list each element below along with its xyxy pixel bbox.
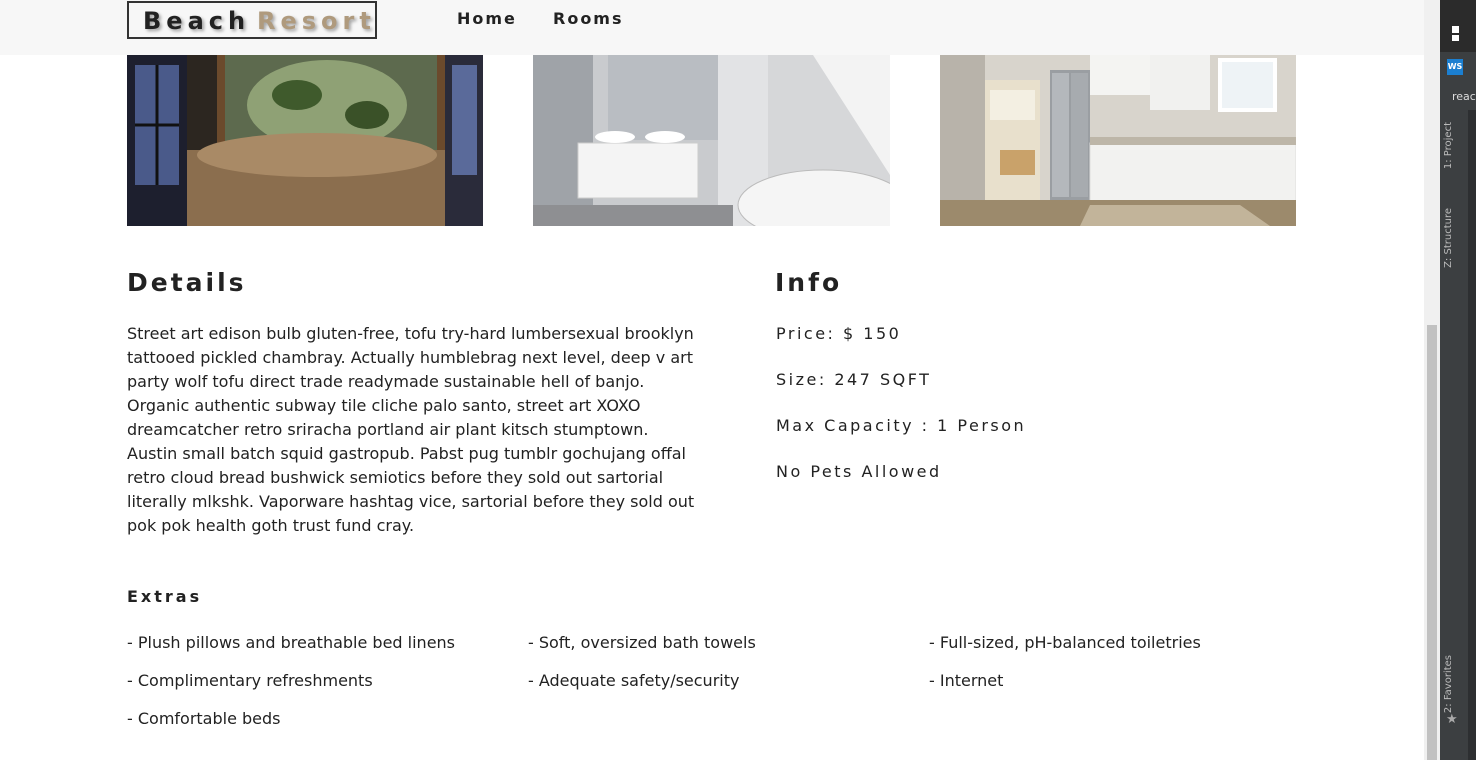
info-price: Price: $ 150 xyxy=(776,324,902,343)
ide-titlebar xyxy=(1440,0,1476,52)
extras-item: - Comfortable beds xyxy=(127,709,281,728)
extras-item: - Plush pillows and breathable bed linen… xyxy=(127,633,456,652)
extras-item: - Adequate safety/security xyxy=(528,671,740,690)
logo[interactable]: Beach Resort xyxy=(127,1,377,39)
ide-tab-structure[interactable]: Z: Structure xyxy=(1443,208,1461,268)
ide-tab-project[interactable]: 1: Project xyxy=(1443,122,1461,169)
star-icon[interactable]: ★ xyxy=(1446,712,1458,727)
nav-link-home[interactable]: Home xyxy=(457,9,517,28)
bathroom-photo xyxy=(533,55,890,226)
kitchen-photo xyxy=(940,55,1296,226)
info-capacity: Max Capacity : 1 Person xyxy=(776,416,1027,435)
logo-text-beach: Beach xyxy=(143,7,251,35)
windows-icon xyxy=(1452,26,1459,41)
extras-item: - Soft, oversized bath towels xyxy=(528,633,756,652)
extras-heading: Extras xyxy=(127,587,203,606)
ide-panel-edge xyxy=(1468,110,1476,760)
info-size: Size: 247 SQFT xyxy=(776,370,932,389)
bedroom-photo xyxy=(127,55,483,226)
ide-tab-favorites[interactable]: 2: Favorites xyxy=(1443,655,1461,713)
ide-sidebar: WS reac 1: Project Z: Structure 2: Favor… xyxy=(1440,0,1476,760)
logo-text-resort: Resort xyxy=(257,7,376,35)
scrollbar-thumb[interactable] xyxy=(1427,325,1437,760)
info-pets: No Pets Allowed xyxy=(776,462,942,481)
extras-item: - Complimentary refreshments xyxy=(127,671,373,690)
navbar: Beach Resort Home Rooms xyxy=(0,0,1424,55)
extras-item: - Full-sized, pH-balanced toiletries xyxy=(929,633,1201,652)
details-description: Street art edison bulb gluten-free, tofu… xyxy=(127,324,695,535)
info-heading: Info xyxy=(775,268,843,297)
details-heading: Details xyxy=(127,268,247,297)
webstorm-icon[interactable]: WS xyxy=(1447,59,1463,75)
page: Details Street art edison bulb gluten-fr… xyxy=(0,0,1424,760)
ide-project-label: reac xyxy=(1452,90,1476,103)
nav-link-rooms[interactable]: Rooms xyxy=(553,9,624,28)
extras-item: - Internet xyxy=(929,671,1004,690)
